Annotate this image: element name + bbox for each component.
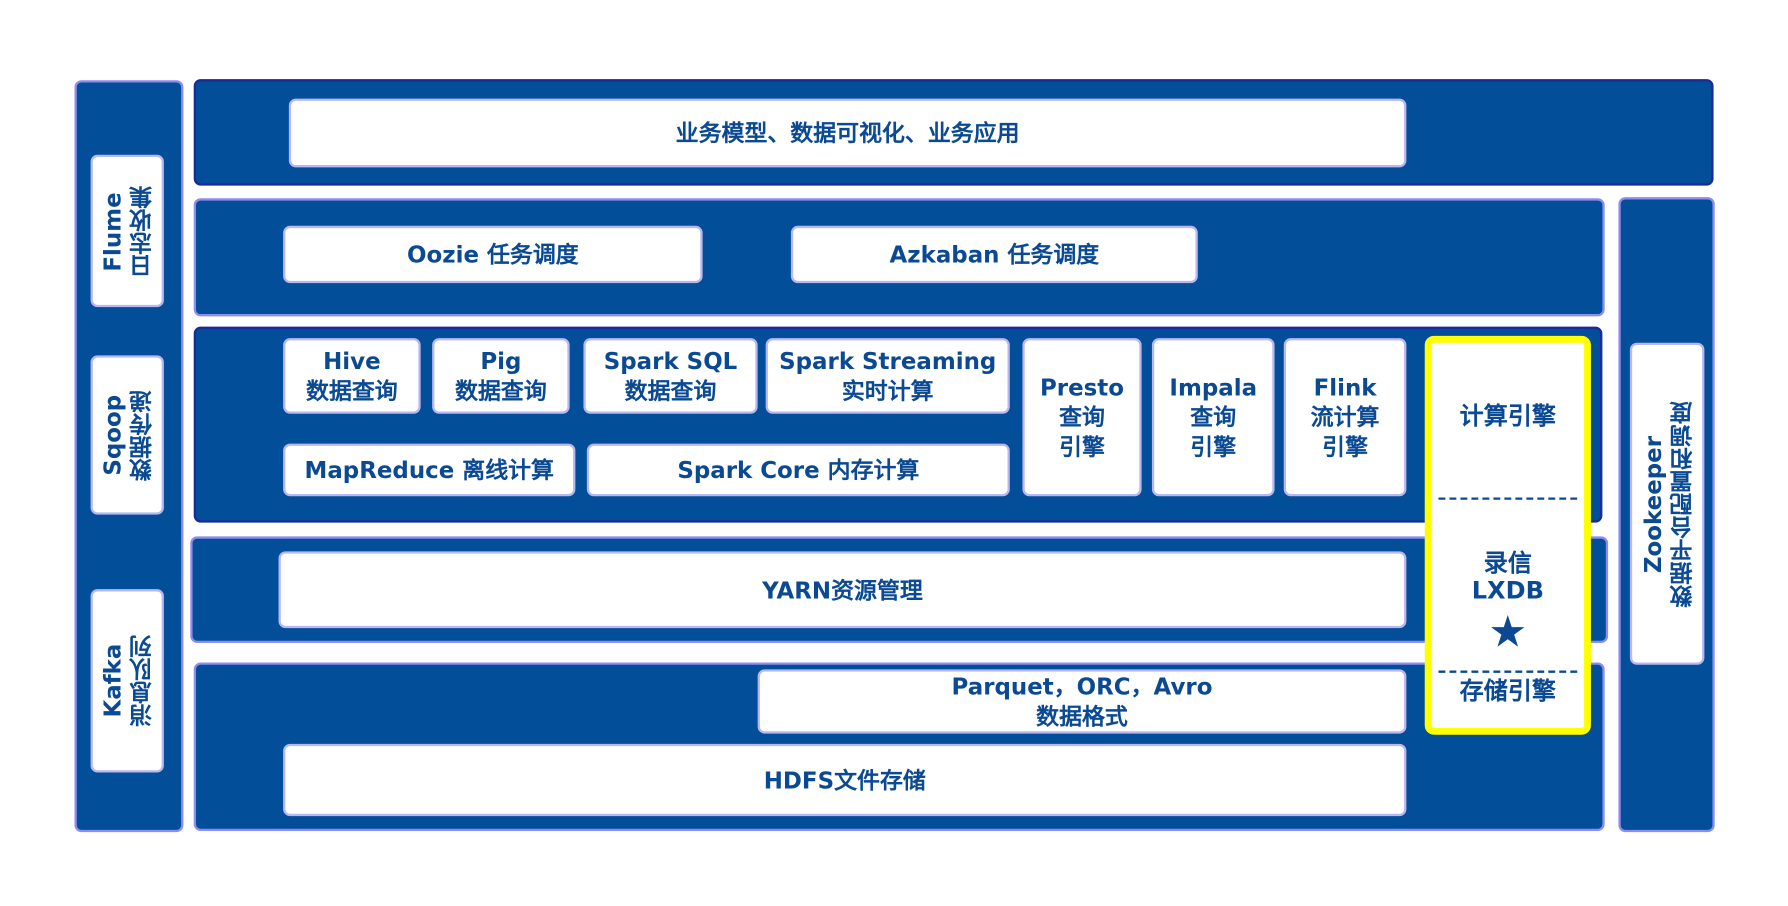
compute-engine-label: 计算引擎 bbox=[1459, 402, 1556, 430]
spark-sql-box: Spark SQL 数据查询 bbox=[583, 338, 758, 414]
sqoop-desc: 数据传递 bbox=[128, 389, 156, 481]
kafka-desc: 消息队列 bbox=[128, 634, 156, 727]
lxdb-highlight-box: 计算引擎 录信 LXDB ★ 存储引擎 bbox=[1424, 335, 1591, 735]
kafka-label: Kafka bbox=[98, 643, 127, 718]
flume-box: Flume 日志收集 bbox=[90, 154, 164, 308]
zookeeper-box: Zookeeper 数据平台配置和调度 bbox=[1629, 342, 1705, 665]
impala-box: Impala 查询 引擎 bbox=[1151, 338, 1275, 497]
app-layer-box: 业务模型、数据可视化、业务应用 bbox=[288, 98, 1407, 168]
flume-desc: 日志收集 bbox=[128, 185, 156, 277]
mapreduce-box: MapReduce 离线计算 bbox=[283, 443, 576, 497]
star-icon: ★ bbox=[1488, 606, 1528, 657]
architecture-diagram: Flume 日志收集 Sqoop 数据传递 Kafka 消息队列 Zookeeper 数… bbox=[0, 0, 1788, 905]
zookeeper-desc: 数据平台配置和调度 bbox=[1668, 400, 1696, 607]
oozie-box: Oozie 任务调度 bbox=[283, 225, 703, 284]
spark-streaming-box: Spark Streaming 实时计算 bbox=[765, 338, 1010, 414]
flink-box: Flink 流计算 引擎 bbox=[1283, 338, 1407, 497]
azkaban-box: Azkaban 任务调度 bbox=[790, 225, 1198, 284]
storage-engine-label: 存储引擎 bbox=[1459, 677, 1556, 705]
spark-core-box: Spark Core 内存计算 bbox=[586, 443, 1010, 497]
flume-label: Flume bbox=[98, 191, 127, 271]
zookeeper-label: Zookeeper bbox=[1638, 435, 1667, 573]
lxdb-name-zh: 录信 bbox=[1483, 549, 1532, 577]
hdfs-box: HDFS文件存储 bbox=[283, 743, 1407, 817]
dashed-divider bbox=[1438, 497, 1578, 500]
data-format-box: Parquet，ORC，Avro 数据格式 bbox=[757, 669, 1407, 734]
lxdb-name-en: LXDB bbox=[1471, 576, 1544, 605]
pig-box: Pig 数据查询 bbox=[432, 338, 570, 414]
presto-box: Presto 查询 引擎 bbox=[1022, 338, 1142, 497]
sqoop-box: Sqoop 数据传递 bbox=[90, 355, 164, 515]
hive-box: Hive 数据查询 bbox=[283, 338, 421, 414]
kafka-box: Kafka 消息队列 bbox=[90, 589, 164, 773]
sqoop-label: Sqoop bbox=[98, 394, 127, 476]
yarn-box: YARN资源管理 bbox=[278, 551, 1407, 629]
